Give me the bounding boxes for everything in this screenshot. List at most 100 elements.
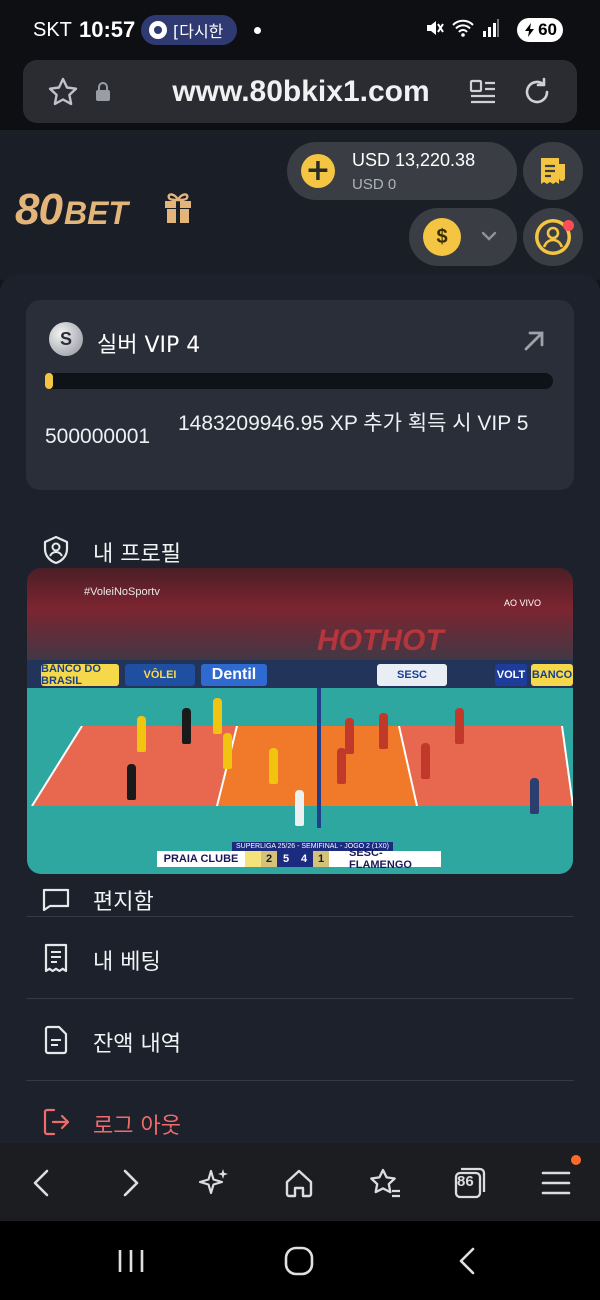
logo-number: 80 [15,185,63,234]
score-team-home: PRAIA CLUBE [157,851,245,867]
video-hashtag: #VoleiNoSportv [84,586,160,598]
tabs-button[interactable]: 86 [450,1163,490,1203]
star-list-icon [370,1168,400,1198]
menu-divider [26,1080,574,1081]
account-button[interactable] [523,208,583,266]
player [223,733,232,769]
chevron-left-icon [33,1169,49,1197]
system-back-icon[interactable] [455,1245,479,1277]
player [137,716,146,752]
menu-item-my-bets[interactable]: 내 베팅 [26,918,574,998]
logo-word: BET [63,195,128,231]
battery-indicator: 60 [517,18,563,42]
signal-icon [483,19,499,37]
bookmarks-button[interactable] [365,1163,405,1203]
video-live-label: AO VIVO [503,598,541,608]
player [455,708,464,744]
player [421,743,430,779]
video-ad-4: SESC [377,664,447,686]
profile-shield-icon [43,535,69,565]
star-bookmark-icon[interactable] [47,76,79,108]
video-watermark: HOTHOT [317,624,444,657]
home-button[interactable] [279,1163,319,1203]
chevron-down-icon [481,231,497,241]
dollar-coin-icon: $ [423,218,461,256]
record-icon [149,21,167,39]
player [127,764,136,800]
player [295,790,304,826]
menu-label-inbox: 편지함 [93,890,154,915]
score-team-away: SESC-FLAMENGO [345,847,441,871]
ai-assistant-button[interactable] [194,1163,234,1203]
menu-item-balance-history[interactable]: 잔액 내역 [26,1000,574,1080]
address-bar[interactable]: www.80bkix1.com [23,60,577,123]
menu-label-profile: 내 프로필 [93,542,181,567]
mute-icon [427,21,444,35]
silver-badge-icon: S [49,322,83,356]
bet-receipt-icon [44,943,68,973]
bet-slip-icon [541,158,565,184]
status-bar: SKT 10:57 [다시한 60 [0,0,600,60]
menu-button[interactable] [536,1163,576,1203]
pill-label: [다시한 [173,22,224,41]
player [269,748,278,784]
hamburger-menu-icon [541,1171,571,1195]
video-ad-5: VOLT [495,664,527,686]
home-circle-icon[interactable] [283,1245,315,1277]
vip-current-xp: 500000001 [45,425,151,448]
back-button[interactable] [22,1163,62,1203]
chevron-right-icon [123,1169,139,1197]
video-ad-2: VÔLEI [125,664,195,686]
gift-icon[interactable] [163,190,193,224]
balance-amount: USD 13,220.38 [352,150,476,170]
account-alert-dot [563,220,574,231]
site-logo[interactable]: 80 BET [15,185,128,235]
charging-icon [525,23,535,37]
menu-divider [26,916,574,917]
vip-card[interactable]: S 실버 VIP 4 500000001 1483209946.95 XP 추가… [26,300,574,490]
currency-selector[interactable]: $ [409,208,517,266]
reload-icon[interactable] [521,76,553,108]
vip-next-level-text: 1483209946.95 XP 추가 획득 시 VIP 5 [178,412,529,435]
arrow-up-right-icon[interactable] [521,328,547,354]
score-sets-home: 2 [261,851,277,867]
video-ad-6: BANCO [531,664,573,686]
battery-level: 60 [538,20,557,39]
document-icon [44,1025,68,1055]
menu-label-my-bets: 내 베팅 [93,950,161,975]
url-text[interactable]: www.80bkix1.com [151,75,451,109]
deposit-plus-button[interactable]: + [301,154,335,188]
balance-widget[interactable]: + USD 13,220.38 USD 0 [287,142,517,200]
carrier-label: SKT [33,19,72,41]
player [379,713,388,749]
floating-video-player[interactable]: BANCO DO BRASIL VÔLEI Dentil SESC VOLT B… [27,568,573,874]
menu-item-logout[interactable]: 로그 아웃 [26,1082,574,1144]
forward-button[interactable] [110,1163,150,1203]
player [345,718,354,754]
score-team-away-crest [329,851,345,867]
video-volleyball-net [317,688,321,828]
vip-progress-bar [45,373,553,389]
video-ad-3: Dentil [201,664,267,686]
bet-slip-button[interactable] [523,142,583,200]
menu-label-logout: 로그 아웃 [93,1114,181,1139]
score-sets-away: 1 [313,851,329,867]
video-crowd [27,568,573,668]
home-icon [285,1169,313,1198]
score-points-away: 4 [295,851,313,867]
score-points-home: 5 [277,851,295,867]
inbox-icon [42,888,70,912]
score-team-home-crest [245,851,261,867]
reader-mode-icon[interactable] [469,78,497,106]
site-header: 80 BET + USD 13,220.38 USD 0 $ [0,130,600,280]
menu-badge-dot [571,1155,581,1165]
ongoing-notification-pill[interactable]: [다시한 [141,15,237,45]
recent-apps-icon[interactable] [115,1247,147,1275]
player [213,698,222,734]
vip-level-title: 실버 VIP 4 [97,333,201,358]
lock-icon [96,82,110,101]
wifi-icon [452,19,474,37]
browser-bottom-nav: 86 [0,1143,600,1221]
sparkle-icon [198,1169,228,1195]
video-ad-1: BANCO DO BRASIL [41,663,119,687]
